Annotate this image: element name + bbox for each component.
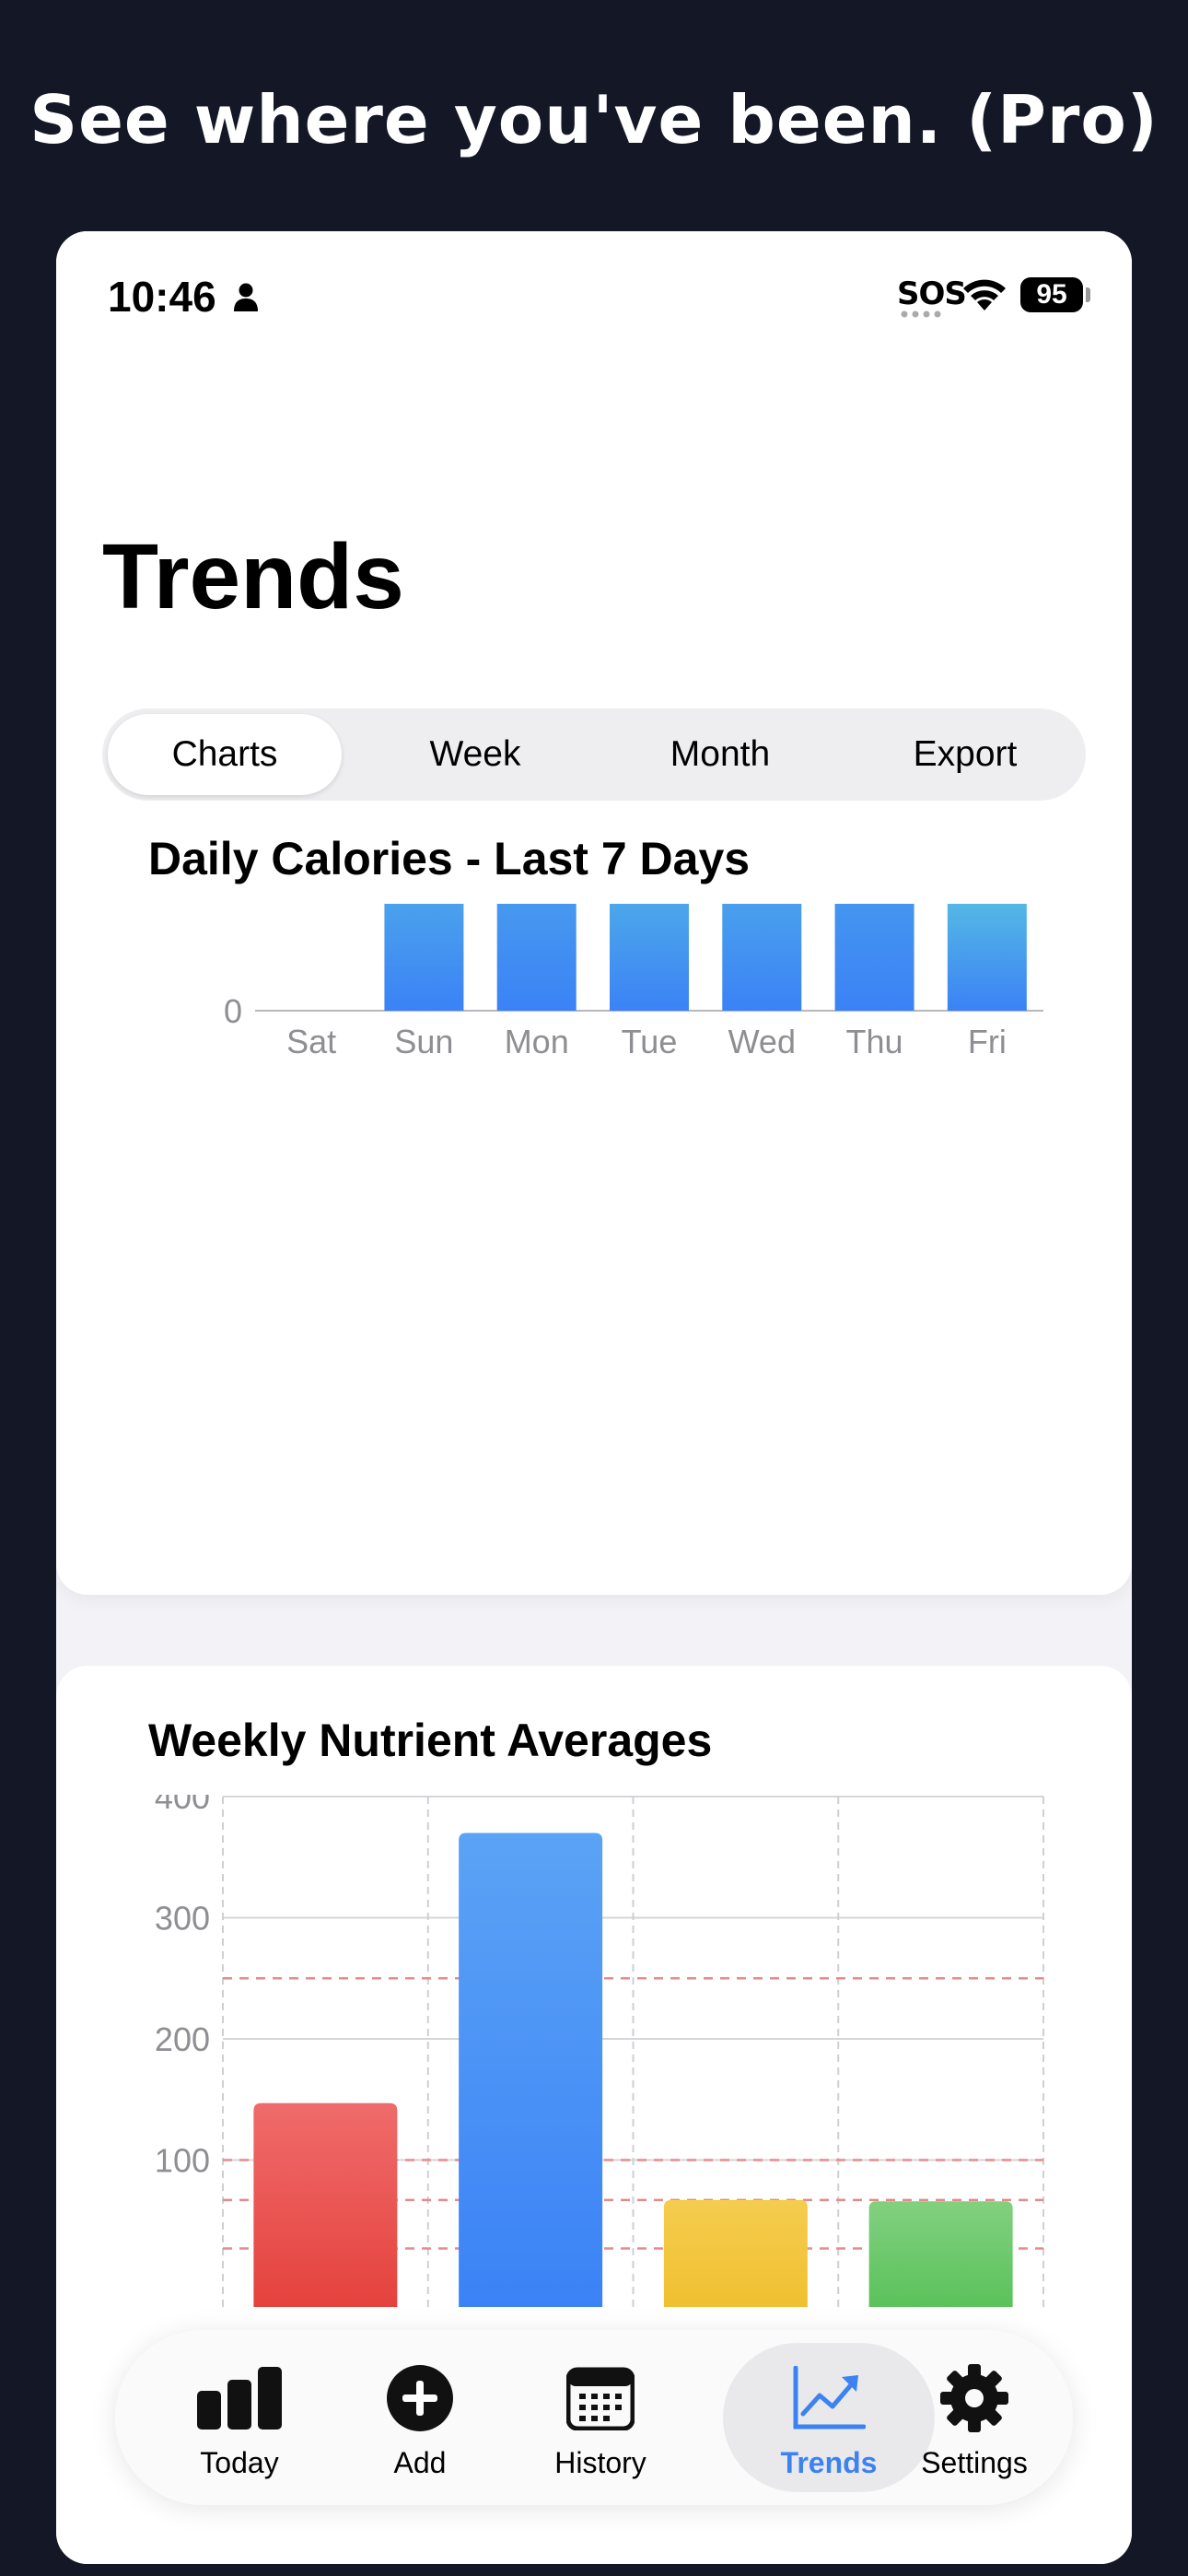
tab-add[interactable]: Add: [332, 2343, 507, 2492]
nutrient-bar: [663, 2199, 808, 2307]
daily-calories-chart: 02,0004,0006,000SatSunMonTueWedThuFriGoa…: [224, 904, 1043, 1060]
x-tick-label: Sat: [286, 1023, 336, 1060]
segment-charts[interactable]: Charts: [108, 714, 342, 795]
nutrient-averages-title: Weekly Nutrient Averages: [148, 1715, 713, 1766]
person-icon: [234, 283, 258, 311]
nutrient-bar: [253, 2102, 398, 2307]
tab-history[interactable]: History: [513, 2343, 688, 2492]
sos-indicator: SOS: [897, 275, 967, 312]
wifi-icon: [963, 279, 1006, 310]
calorie-bar: [384, 904, 464, 1011]
y-tick-label: 300: [155, 1900, 210, 1938]
y-tick-label: 0: [224, 992, 242, 1030]
x-tick-label: Fri: [968, 1023, 1007, 1060]
marketing-headline: See where you've been. (Pro): [29, 81, 1159, 158]
tab-settings[interactable]: Settings: [887, 2343, 1062, 2492]
nutrient-averages-chart: 100 200 300 400: [155, 1795, 1044, 2307]
trends-header-card: 10:46 SOS 95 Trends Charts Week Month Ex…: [56, 231, 1132, 1595]
calendar-icon: [513, 2361, 688, 2435]
tab-history-label: History: [554, 2446, 646, 2479]
y-tick-label: 100: [155, 2142, 210, 2180]
tab-today[interactable]: Today: [152, 2343, 327, 2492]
nutrient-bar: [868, 2201, 1013, 2307]
status-bar: 10:46 SOS 95: [56, 231, 1132, 342]
tab-today-label: Today: [200, 2446, 279, 2479]
x-tick-label: Tue: [622, 1023, 678, 1060]
y-tick-label: 400: [155, 1795, 210, 1816]
tab-settings-label: Settings: [921, 2446, 1028, 2479]
segment-week[interactable]: Week: [358, 714, 592, 795]
segment-export[interactable]: Export: [848, 714, 1082, 795]
tab-bar: Today Add History Trends Settings: [115, 2330, 1073, 2505]
x-tick-label: Wed: [728, 1023, 796, 1060]
calorie-bar: [610, 904, 689, 1011]
gear-icon: [887, 2361, 1062, 2435]
calorie-bar: [496, 904, 577, 1011]
calorie-bar: [722, 904, 802, 1011]
battery-tip: [1086, 287, 1090, 302]
phone-screen: 10:46 SOS 95 Trends Charts Week Month Ex…: [56, 231, 1132, 2564]
calorie-bar: [834, 904, 914, 1011]
segment-month[interactable]: Month: [603, 714, 837, 795]
x-tick-label: Mon: [505, 1023, 569, 1060]
y-tick-label: 200: [155, 2020, 210, 2058]
daily-calories-title: Daily Calories - Last 7 Days: [148, 833, 751, 884]
status-time: 10:46: [108, 273, 216, 321]
x-tick-label: Thu: [846, 1023, 903, 1060]
battery-indicator: 95: [1020, 277, 1083, 312]
calorie-bar: [947, 904, 1027, 1011]
plus-circle-icon: [332, 2361, 507, 2435]
signal-dots-icon: [901, 310, 941, 318]
segmented-control: Charts Week Month Export: [102, 708, 1086, 801]
chart-bars-icon: [152, 2361, 327, 2435]
nutrient-bar: [459, 1832, 603, 2307]
page-title: Trends: [102, 525, 404, 628]
tab-add-label: Add: [393, 2446, 447, 2479]
x-tick-label: Sun: [394, 1023, 453, 1060]
